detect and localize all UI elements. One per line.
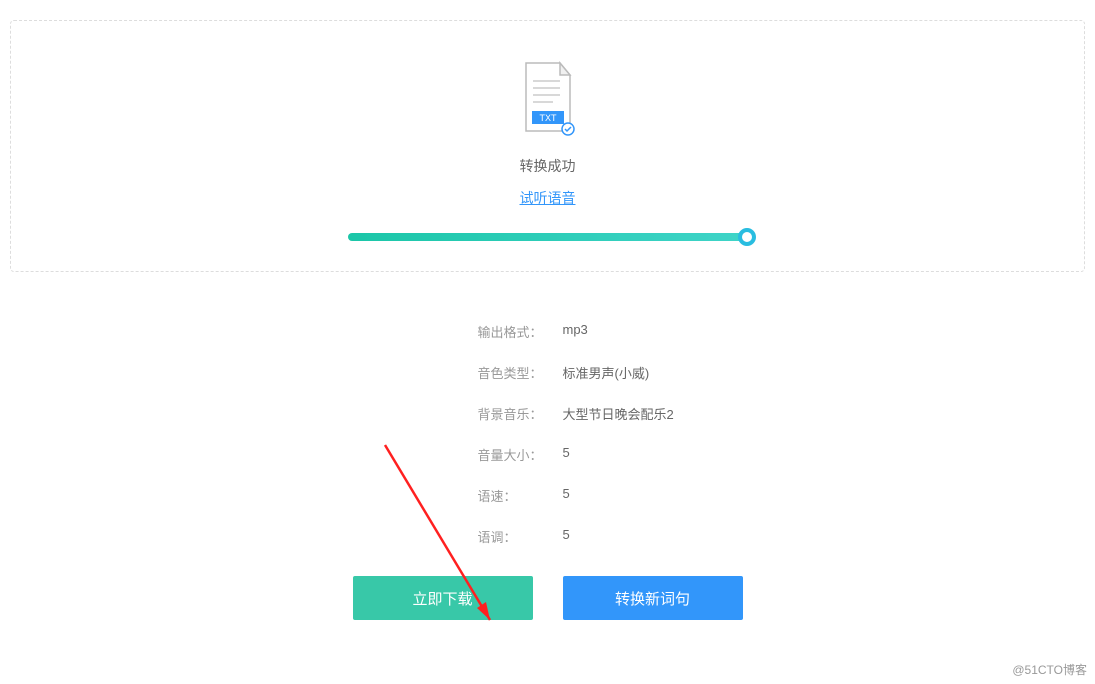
progress-thumb[interactable]	[738, 228, 756, 246]
conversion-status: 转换成功	[11, 156, 1084, 176]
setting-output-format: 输出格式： mp3	[478, 322, 748, 341]
setting-bg-music: 背景音乐： 大型节日晚会配乐2	[478, 404, 748, 423]
progress-bar[interactable]	[348, 233, 748, 241]
setting-value: 大型节日晚会配乐2	[563, 404, 674, 423]
setting-label: 背景音乐：	[478, 404, 563, 423]
setting-value: mp3	[563, 322, 588, 341]
preview-audio-link[interactable]: 试听语音	[520, 190, 576, 206]
setting-label: 语速：	[478, 486, 563, 505]
setting-value: 5	[563, 445, 570, 464]
setting-volume: 音量大小： 5	[478, 445, 748, 464]
svg-text:TXT: TXT	[539, 113, 557, 123]
setting-value: 5	[563, 486, 570, 505]
convert-new-button[interactable]: 转换新词句	[563, 576, 743, 620]
upload-panel: TXT 转换成功 试听语音	[10, 20, 1085, 272]
setting-value: 5	[563, 527, 570, 546]
setting-voice-type: 音色类型： 标准男声(小威)	[478, 363, 748, 382]
txt-file-icon: TXT	[518, 61, 578, 141]
settings-list: 输出格式： mp3 音色类型： 标准男声(小威) 背景音乐： 大型节日晚会配乐2…	[348, 322, 748, 546]
setting-label: 语调：	[478, 527, 563, 546]
setting-label: 音量大小：	[478, 445, 563, 464]
setting-speed: 语速： 5	[478, 486, 748, 505]
progress-track	[348, 233, 748, 241]
setting-tone: 语调： 5	[478, 527, 748, 546]
action-buttons: 立即下载 转换新词句	[348, 576, 748, 620]
download-button[interactable]: 立即下载	[353, 576, 533, 620]
setting-value: 标准男声(小威)	[563, 363, 650, 382]
setting-label: 音色类型：	[478, 363, 563, 382]
setting-label: 输出格式：	[478, 322, 563, 341]
